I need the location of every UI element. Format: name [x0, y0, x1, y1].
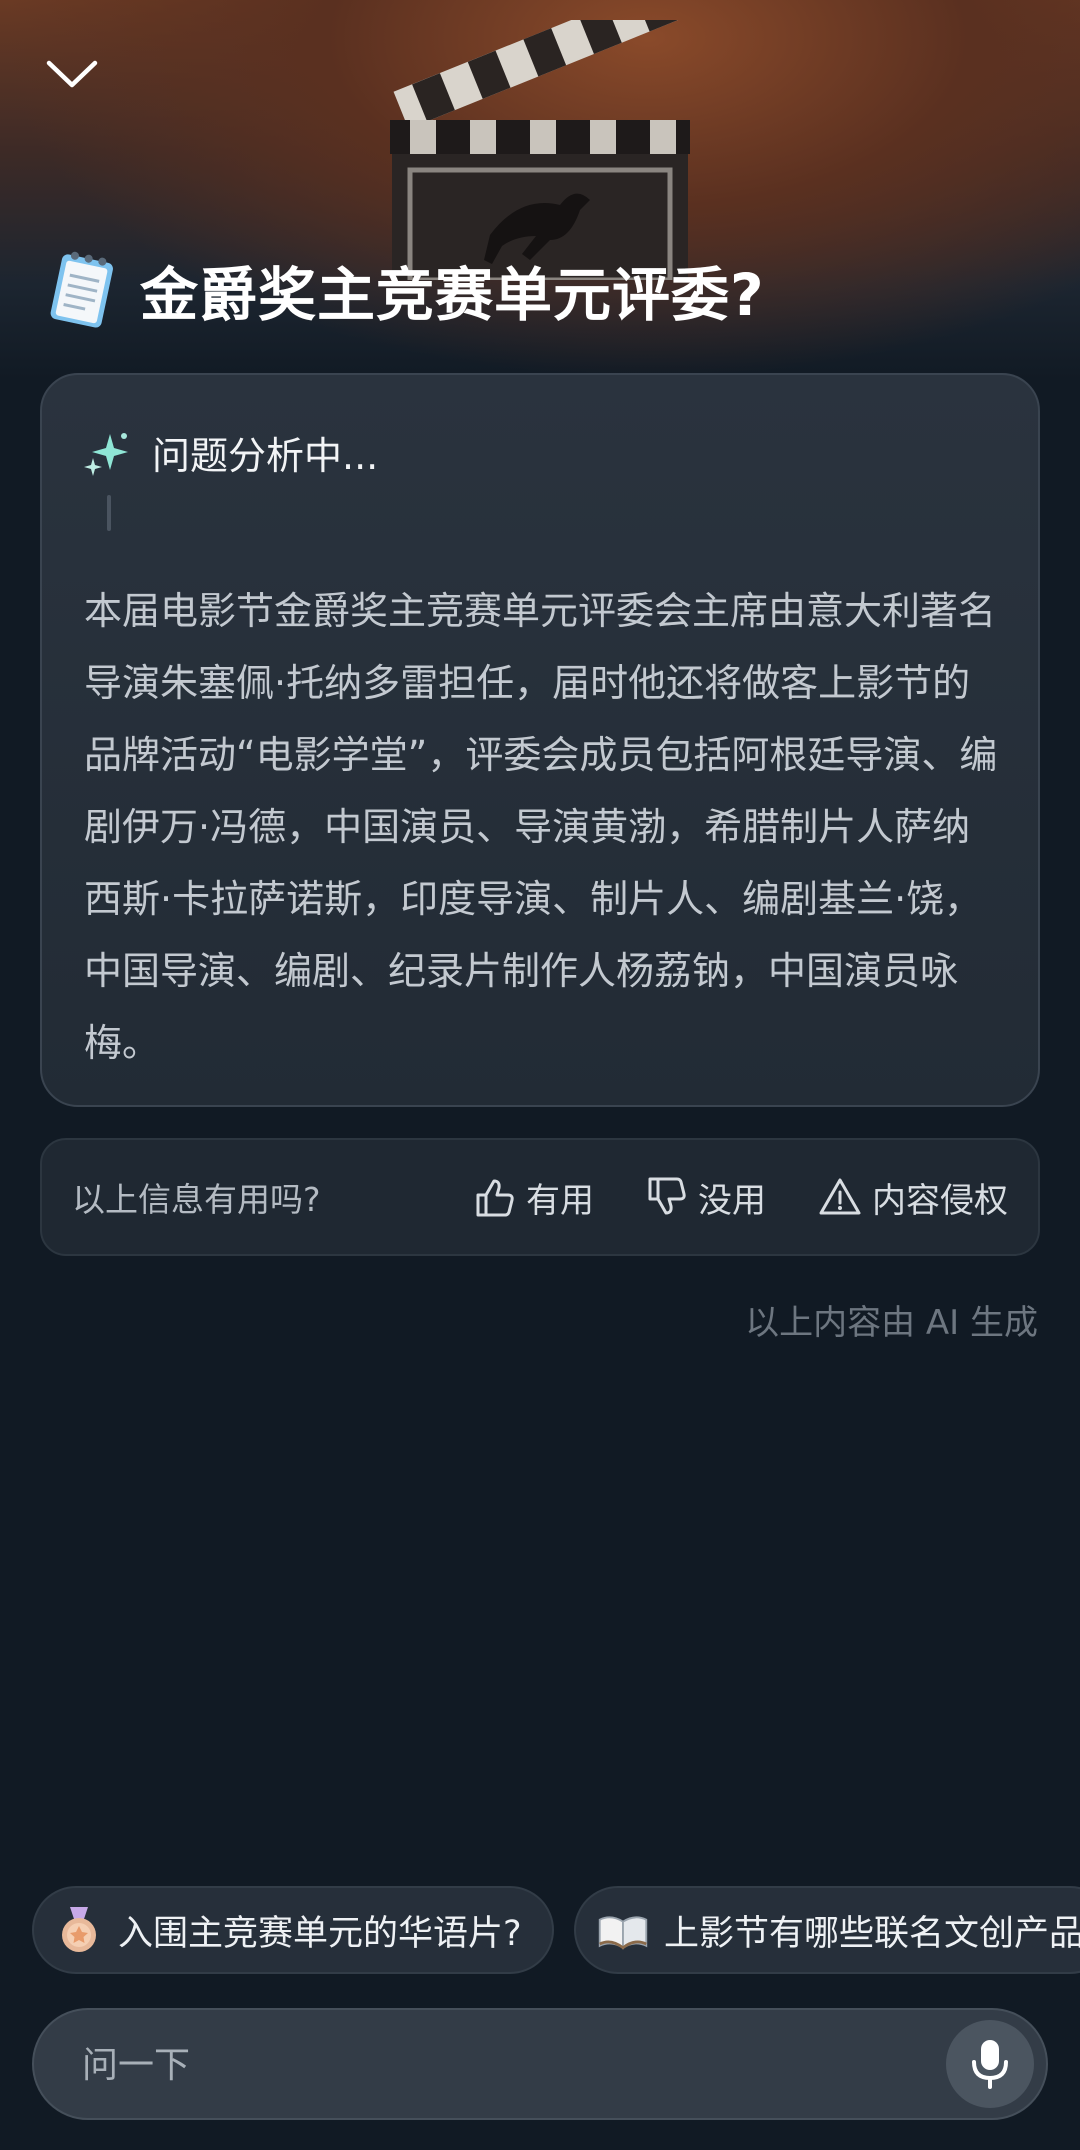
- warning-icon: [819, 1178, 861, 1215]
- ask-input[interactable]: [80, 2032, 904, 2098]
- report-infringement-button[interactable]: 内容侵权: [818, 1173, 1008, 1222]
- feedback-bar: 以上信息有用吗? 有用 没用 内容侵权: [40, 1138, 1040, 1256]
- useful-button[interactable]: 有用: [472, 1173, 594, 1222]
- microphone-icon: [972, 2040, 1008, 2089]
- report-label: 内容侵权: [872, 1180, 1008, 1221]
- chevron-down-icon: [46, 60, 98, 88]
- thumbs-up-icon: [476, 1179, 514, 1217]
- suggestion-chip[interactable]: 上影节有哪些联名文创产品: [574, 1886, 1080, 1974]
- ask-input-bar: [32, 2008, 1048, 2120]
- voice-input-button[interactable]: [946, 2020, 1034, 2108]
- suggestion-label: 入围主竞赛单元的华语片?: [118, 1913, 522, 1954]
- clapperboard-image: [390, 20, 690, 280]
- answer-text: 本届电影节金爵奖主竞赛单元评委会主席由意大利著名导演朱塞佩·托纳多雷担任，届时他…: [84, 589, 998, 1065]
- sparkle-icon: [84, 432, 128, 476]
- suggestion-chip[interactable]: 入围主竞赛单元的华语片?: [32, 1886, 554, 1974]
- ai-generated-note: 以上内容由 AI 生成: [745, 1303, 1038, 1343]
- page-title-row: 金爵奖主竞赛单元评委?: [44, 248, 765, 332]
- suggestion-label: 上影节有哪些联名文创产品: [663, 1913, 1080, 1954]
- collapse-button[interactable]: [40, 50, 104, 98]
- useless-button[interactable]: 没用: [644, 1173, 766, 1222]
- page: 金爵奖主竞赛单元评委? 问题分析中... 本届电影节金爵奖主竞赛单元评委会主席由…: [0, 0, 1080, 2150]
- analysis-card: 问题分析中... 本届电影节金爵奖主竞赛单元评委会主席由意大利著名导演朱塞佩·托…: [40, 373, 1040, 1107]
- divider: [107, 495, 111, 531]
- analysis-status-text: 问题分析中...: [152, 434, 379, 478]
- open-book-icon: [598, 1916, 648, 1950]
- page-title: 金爵奖主竞赛单元评委?: [140, 261, 765, 329]
- notepad-icon: [50, 251, 113, 328]
- analysis-status: 问题分析中...: [84, 425, 378, 480]
- thumbs-down-icon: [648, 1177, 686, 1215]
- feedback-question: 以上信息有用吗?: [72, 1180, 321, 1219]
- medal-icon: [62, 1907, 96, 1952]
- useless-label: 没用: [698, 1180, 766, 1221]
- useful-label: 有用: [526, 1180, 594, 1221]
